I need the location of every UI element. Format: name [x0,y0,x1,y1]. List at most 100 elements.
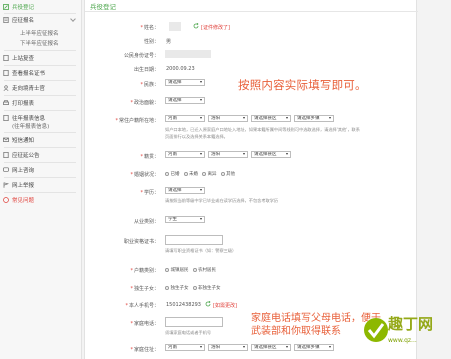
residence-hint-2: 页面排行以及选择关系本籍选择。 [165,134,228,139]
document-icon [3,152,9,158]
question-icon [3,197,9,203]
home-phone-input[interactable] [165,317,223,327]
edit-id-link[interactable]: [证件修改了] [201,24,230,31]
certificate-label: 职业资格证书： [123,239,159,245]
refresh-icon[interactable] [193,23,199,29]
radio-icon [165,268,169,272]
marital-option[interactable]: 已婚 [165,171,180,177]
sidebar-divider [4,147,76,148]
sidebar: 兵役登记 应征报名 上半年应征报名 下半年应征报名 上站复查 查看报名证书 走向… [0,0,82,359]
phone-label: 本人手机号： [99,302,159,309]
only-child-label: 独生子女： [99,285,159,292]
sidebar-item-certificate[interactable]: 查看报名证书 [0,67,82,79]
native-place-label: 籍贯： [99,153,159,160]
residence-city-select[interactable]: 洛阳 [208,115,248,122]
education-hint: 请按照当前等级中学已毕业或在读学历选择，不包含考取学历 [165,198,279,203]
marital-option[interactable]: 离异 [202,171,217,177]
residence-town-select[interactable]: 请选择乡镇 [294,115,334,122]
home-phone-hint: 须填家庭电话或者手机号 [165,330,212,335]
sidebar-divider [4,95,76,96]
education-label: 学历： [99,189,159,196]
native-province-select[interactable]: 河南 [165,151,205,158]
address-province-select[interactable]: 河南 [165,344,205,351]
home-phone-label: 家庭电话： [99,320,159,327]
sidebar-item-enlistment[interactable]: 应征报名 [0,14,82,26]
sidebar-item-label: 应征延公告 [12,153,40,159]
only-child-option[interactable]: 独生子女 [165,285,189,291]
sidebar-item-past-reports-sub: (往年报表信息) [0,121,82,130]
gender-value: 男 [166,39,172,45]
ethnic-select[interactable]: 请选择 [165,79,205,86]
watermark-url: www.qz... [388,337,417,344]
sidebar-item-report[interactable]: 网上举报 [0,179,82,191]
sidebar-divider [4,192,76,193]
sidebar-item-label: 应征报名 [12,18,35,24]
sidebar-divider [4,110,76,111]
native-county-select[interactable]: 请选择县区 [251,151,291,158]
hukou-label: 户籍类别： [99,267,159,274]
education-select[interactable]: 请选择 [165,187,205,194]
residence-county-select[interactable]: 请选择县区 [251,115,291,122]
ethnic-label: 民族： [99,81,159,88]
sidebar-item-print-report[interactable]: 打印报表 [0,97,82,109]
occupation-label: 从业类别： [133,219,159,225]
hukou-option[interactable]: 城镇居民 [165,267,189,273]
sidebar-item-consult[interactable]: 网上咨询 [0,164,82,176]
radio-icon [192,286,197,290]
marital-option[interactable]: 其他 [220,171,235,177]
radio-icon [165,172,169,176]
sidebar-item-label: 兵役登记 [12,5,35,11]
phone-value: 15012438293 [166,302,201,308]
annotation-phone-note-line2: 武装部和你取得联系 [251,326,341,337]
sidebar-item-faq[interactable]: 常见问题 [0,194,82,206]
sidebar-item-second-half-enlistment[interactable]: 下半年应征报名 [0,38,82,47]
native-city-select[interactable]: 洛阳 [208,151,248,158]
watermark-brand: 趣丁网 [388,315,434,333]
document-icon [3,17,9,23]
sidebar-item-first-half-enlistment[interactable]: 上半年应征报名 [0,28,82,37]
sidebar-item-sublabel: (往年报表信息) [12,123,50,130]
sidebar-item-recheck[interactable]: 上站复查 [0,52,82,64]
id-number-label: 公民身份证号： [123,53,159,59]
radio-icon [202,172,206,176]
sidebar-item-label: 短信通知 [12,138,35,144]
radio-icon [192,268,197,272]
message-icon [3,137,9,142]
occupation-select[interactable]: 学生 [165,216,205,223]
name-label: 姓名： [99,24,159,31]
certificate-input[interactable] [165,235,223,245]
address-town-select[interactable]: 请选择乡镇 [294,344,334,351]
residence-province-select[interactable]: 河南 [165,115,205,122]
sidebar-item-label: 走向境青士官 [12,86,46,92]
politics-select[interactable]: 请选择 [165,97,205,104]
flag-icon [3,182,9,188]
sidebar-item-sms[interactable]: 短信通知 [0,134,82,146]
only-child-option[interactable]: 非独生子女 [192,285,221,291]
only-child-radio-group: 独生子女 非独生子女 [165,285,221,291]
address-city-select[interactable]: 洛阳 [208,344,248,351]
residence-hint: 如户口本地，已迁入原家庭户口地址入地址，如果本籍所属中间等线则可中选取选择，请选… [165,127,360,132]
annotation-fill-note: 按照内容实际填写即可。 [238,78,367,92]
radio-icon [165,286,169,290]
sidebar-item-sergeant[interactable]: 走向境青士官 [0,82,82,94]
sidebar-divider [4,177,76,178]
sidebar-item-label: 网上咨询 [12,168,35,174]
chat-icon [3,167,9,172]
hukou-option[interactable]: 农村居民 [192,267,216,273]
user-icon [3,85,9,91]
sidebar-item-label: 上半年应征报名 [20,30,59,37]
sidebar-item-label: 网上举报 [12,183,35,189]
sidebar-item-label: 下半年应征报名 [20,40,59,47]
radio-icon [183,172,188,176]
change-phone-link[interactable]: [如需更改] [213,302,237,309]
sidebar-item-announcement[interactable]: 应征延公告 [0,149,82,161]
page-title: 兵役登记 [90,3,116,11]
address-county-select[interactable]: 请选择县区 [251,344,291,351]
sidebar-item-military-registration[interactable]: 兵役登记 [0,1,82,13]
radio-icon [220,172,225,176]
sidebar-divider [4,162,76,163]
certificate-hint: 请填写职业资格证书（如：警察三级） [165,248,237,253]
document-icon [3,70,9,76]
marital-option[interactable]: 未婚 [183,171,198,177]
refresh-icon[interactable] [205,301,211,307]
